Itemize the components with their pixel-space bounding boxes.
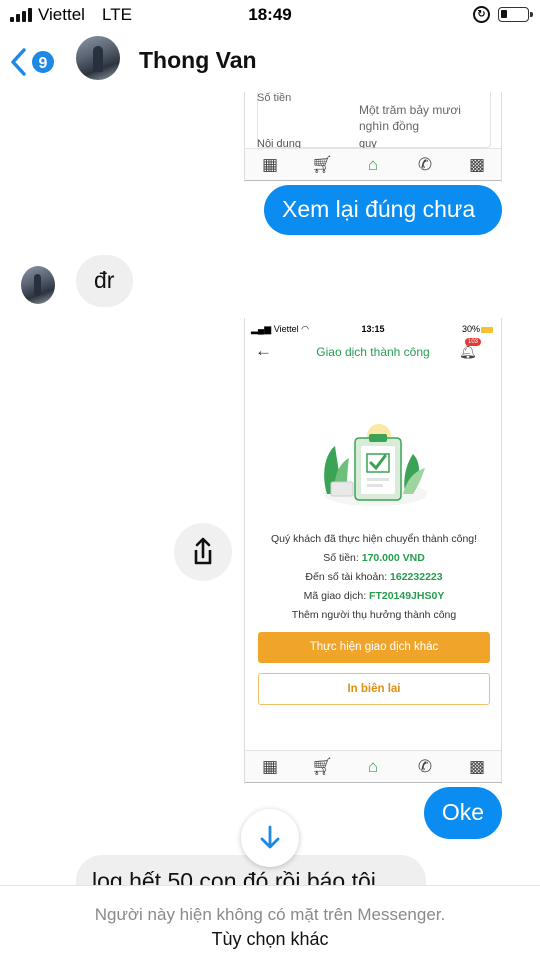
- cart-icon: 🛒︎: [311, 155, 333, 174]
- shot-battery: 30%: [461, 324, 480, 334]
- battery-icon: [498, 7, 533, 22]
- bank-tab-bar: ▦ 🛒︎ ⌂ ✆ ▩: [245, 750, 501, 783]
- scroll-to-bottom-button[interactable]: [241, 809, 299, 867]
- unavailable-note: Người này hiện không có mặt trên Messeng…: [94, 905, 446, 924]
- contact-avatar[interactable]: [76, 36, 120, 80]
- image-message-1[interactable]: Số tiền Một trăm bảy mươi nghìn đồng Nội…: [244, 92, 502, 182]
- new-transaction-button: Thực hiện giao dịch khác: [258, 632, 490, 663]
- success-message: Quý khách đã thực hiện chuyển thành công…: [270, 533, 478, 545]
- phone-icon: ✆: [417, 757, 433, 776]
- composer-footer: Người này hiện không có mặt trên Messeng…: [0, 885, 540, 960]
- notification-badge: 103: [465, 338, 482, 346]
- amount-value: 170.000 VND: [361, 552, 425, 564]
- amount-in-words: Một trăm bảy mươi nghìn đồng: [359, 103, 461, 134]
- rotation-lock-icon: ↻: [473, 6, 490, 23]
- arrow-down-icon: [260, 825, 280, 849]
- gift-icon: ▩: [468, 155, 486, 174]
- contact-name[interactable]: Thong Van: [139, 47, 257, 74]
- success-illustration: [323, 424, 427, 506]
- shot-battery-icon: [481, 326, 493, 333]
- account-value: 162232223: [390, 571, 443, 583]
- gift-icon: ▩: [468, 757, 486, 776]
- beneficiary-message: Thêm người thụ hưởng thành công: [291, 609, 457, 621]
- more-options-link[interactable]: Tùy chọn khác: [0, 929, 540, 950]
- sender-avatar: [21, 266, 55, 304]
- amount-row: Số tiền: 170.000 VND: [323, 552, 425, 564]
- chevron-left-icon: [11, 48, 26, 76]
- share-icon: [194, 537, 212, 565]
- qr-icon: ▦: [261, 757, 279, 776]
- bank-tab-bar: ▦ 🛒︎ ⌂ ✆ ▩: [245, 148, 501, 181]
- amount-label: Số tiền: [257, 92, 292, 104]
- home-icon: ⌂: [367, 155, 379, 174]
- transaction-id: FT20149JHS0Y: [369, 590, 445, 602]
- share-button[interactable]: [174, 523, 232, 581]
- status-bar: Viettel LTE 18:49 ↻: [0, 0, 540, 30]
- qr-icon: ▦: [261, 155, 279, 174]
- message-incoming[interactable]: đr: [76, 255, 133, 307]
- status-time: 18:49: [248, 5, 292, 24]
- message-outgoing[interactable]: Oke: [424, 787, 502, 839]
- back-button[interactable]: 9: [10, 42, 60, 78]
- transfer-summary: Quý khách đã thực hiện chuyển thành công…: [245, 530, 501, 625]
- unread-count-badge: 9: [30, 49, 56, 75]
- print-receipt-button: In biên lai: [258, 673, 490, 705]
- home-icon: ⌂: [367, 757, 379, 776]
- cart-icon: 🛒︎: [311, 757, 333, 776]
- account-row: Đến số tài khoản: 162232223: [305, 571, 443, 583]
- chat-header: 9 Thong Van: [0, 30, 540, 92]
- phone-icon: ✆: [417, 155, 433, 174]
- transaction-row: Mã giao dịch: FT20149JHS0Y: [303, 590, 445, 602]
- message-outgoing[interactable]: Xem lại đúng chưa: [264, 185, 502, 235]
- image-message-2[interactable]: ▂▄▆ Viettel ◠ 13:15 30% ← Giao dịch thàn…: [244, 318, 502, 784]
